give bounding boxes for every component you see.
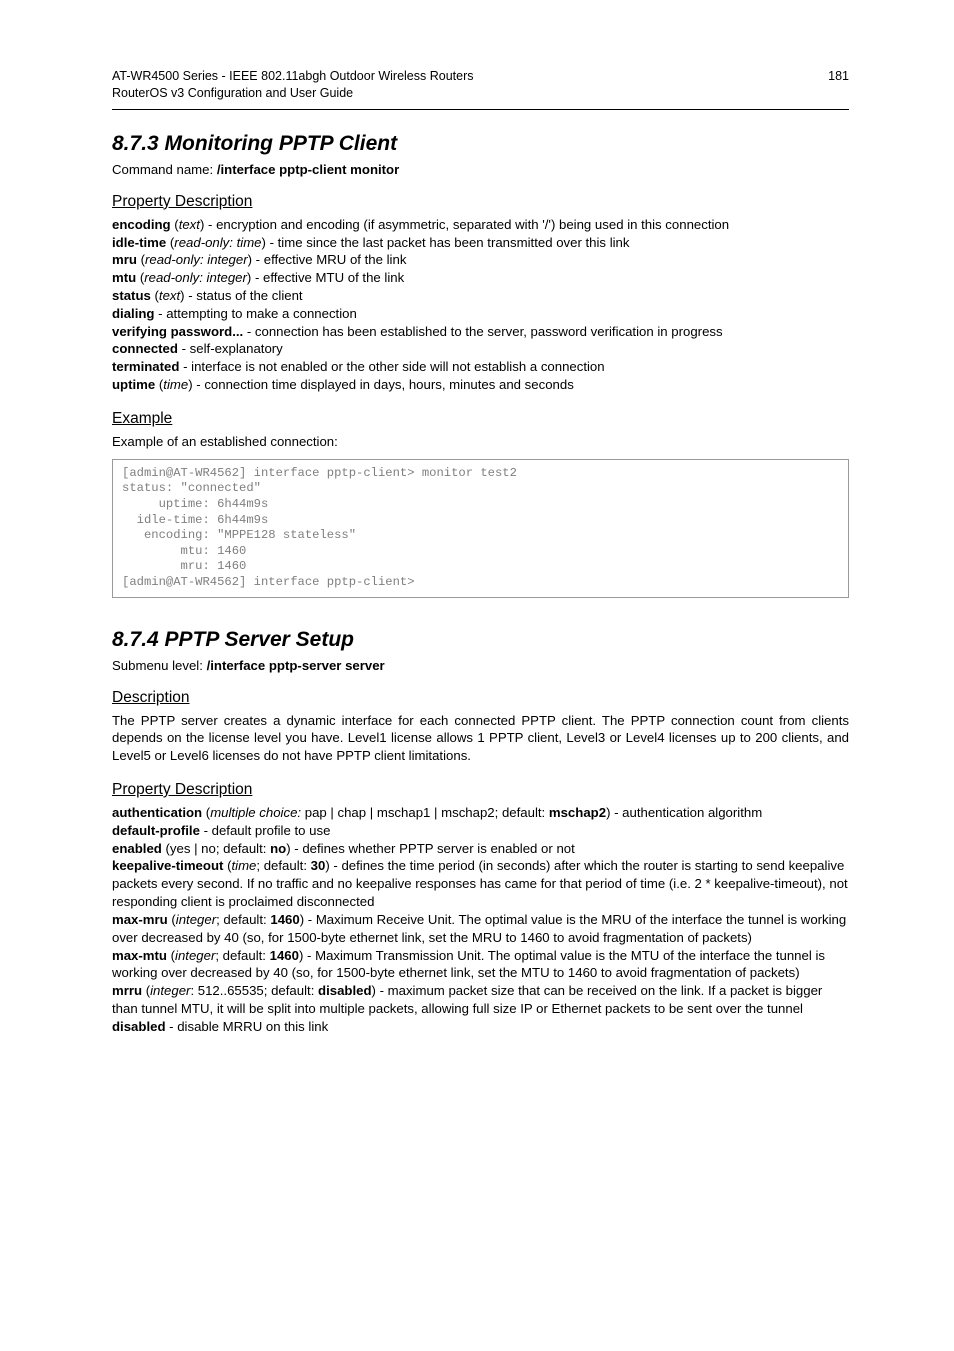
prop-type: read-only: time <box>174 235 261 250</box>
prop-options: pap | chap | mschap1 | mschap2; default: <box>301 805 549 820</box>
prop-type: time <box>231 858 256 873</box>
server-property-description-heading: Property Description <box>112 781 849 799</box>
command-name-label: Command name: <box>112 162 217 177</box>
prop-desc: ) - authentication algorithm <box>606 805 762 820</box>
prop-default: 1460 <box>270 948 299 963</box>
submenu-value: /interface pptp-server server <box>207 658 385 673</box>
monitor-properties: encoding (text) - encryption and encodin… <box>112 216 849 394</box>
prop-default: 1460 <box>270 912 299 927</box>
prop-name: max-mru <box>112 912 168 927</box>
prop-desc: ) - status of the client <box>180 288 302 303</box>
prop-type: read-only: integer <box>144 270 247 285</box>
prop-name: verifying password... <box>112 324 243 339</box>
prop-type: time <box>163 377 188 392</box>
prop-type: integer <box>175 948 215 963</box>
prop-default: no <box>270 841 286 856</box>
prop-default: 30 <box>311 858 326 873</box>
page-header: AT-WR4500 Series - IEEE 802.11abgh Outdo… <box>112 68 849 110</box>
prop-desc: - disable MRRU on this link <box>166 1019 329 1034</box>
prop-desc: - connection has been established to the… <box>243 324 722 339</box>
prop-name: mru <box>112 252 137 267</box>
prop-name: dialing <box>112 306 155 321</box>
prop-desc: - default profile to use <box>200 823 330 838</box>
section-heading-server: 8.7.4 PPTP Server Setup <box>112 628 849 652</box>
prop-desc: ) - effective MTU of the link <box>247 270 404 285</box>
prop-type: read-only: integer <box>145 252 248 267</box>
prop-default: disabled <box>318 983 372 998</box>
prop-desc: - attempting to make a connection <box>155 306 357 321</box>
server-description: The PPTP server creates a dynamic interf… <box>112 712 849 765</box>
description-heading: Description <box>112 689 849 707</box>
prop-type: integer <box>176 912 216 927</box>
page-number: 181 <box>828 68 849 102</box>
prop-name: default-profile <box>112 823 200 838</box>
prop-name: status <box>112 288 151 303</box>
prop-options: (yes | no; default: <box>162 841 270 856</box>
prop-desc: - self-explanatory <box>178 341 283 356</box>
submenu-label: Submenu level: <box>112 658 207 673</box>
prop-name: mtu <box>112 270 136 285</box>
prop-desc: ) - time since the last packet has been … <box>262 235 630 250</box>
prop-name: uptime <box>112 377 155 392</box>
prop-name: connected <box>112 341 178 356</box>
prop-name: max-mtu <box>112 948 167 963</box>
prop-name: terminated <box>112 359 179 374</box>
prop-desc: ) - effective MRU of the link <box>248 252 407 267</box>
prop-type: text <box>179 217 200 232</box>
prop-name: keepalive-timeout <box>112 858 223 873</box>
prop-desc: ) - defines whether PPTP server is enabl… <box>286 841 575 856</box>
prop-name: encoding <box>112 217 171 232</box>
property-description-heading: Property Description <box>112 193 849 211</box>
prop-name: authentication <box>112 805 202 820</box>
prop-type: text <box>159 288 180 303</box>
header-line1: AT-WR4500 Series - IEEE 802.11abgh Outdo… <box>112 68 474 85</box>
code-block: [admin@AT-WR4562] interface pptp-client>… <box>112 459 849 598</box>
prop-name: enabled <box>112 841 162 856</box>
prop-type: multiple choice: <box>210 805 301 820</box>
server-properties: authentication (multiple choice: pap | c… <box>112 804 849 1036</box>
prop-default: mschap2 <box>549 805 606 820</box>
prop-type: integer <box>150 983 190 998</box>
prop-desc: ) - encryption and encoding (if asymmetr… <box>200 217 729 232</box>
example-heading: Example <box>112 410 849 428</box>
prop-desc: ) - connection time displayed in days, h… <box>188 377 574 392</box>
prop-name: idle-time <box>112 235 166 250</box>
prop-desc: - interface is not enabled or the other … <box>179 359 604 374</box>
example-intro: Example of an established connection: <box>112 433 849 451</box>
command-name-line: Command name: /interface pptp-client mon… <box>112 162 849 177</box>
section-heading-monitor: 8.7.3 Monitoring PPTP Client <box>112 132 849 156</box>
prop-name: mrru <box>112 983 142 998</box>
header-line2: RouterOS v3 Configuration and User Guide <box>112 85 474 102</box>
prop-desc: ) - defines the time period (in seconds)… <box>112 858 848 909</box>
submenu-line: Submenu level: /interface pptp-server se… <box>112 658 849 673</box>
command-name-value: /interface pptp-client monitor <box>217 162 399 177</box>
prop-name: disabled <box>112 1019 166 1034</box>
